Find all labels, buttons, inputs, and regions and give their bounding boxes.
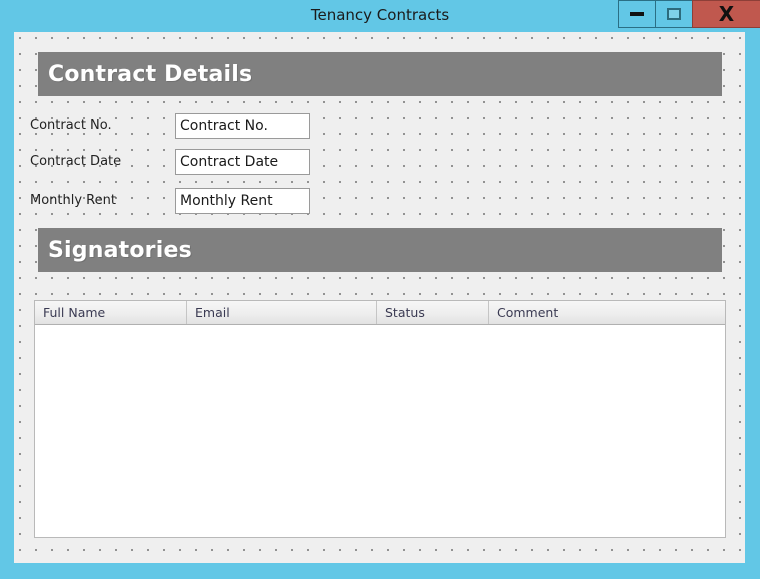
minimize-icon	[630, 12, 644, 16]
label-contract-date: Contract Date	[30, 149, 121, 175]
input-contract-no[interactable]	[175, 113, 310, 139]
minimize-button[interactable]	[618, 0, 655, 28]
close-icon: X	[719, 4, 734, 24]
table-body-empty[interactable]	[35, 325, 725, 537]
input-contract-date[interactable]	[175, 149, 310, 175]
table-header-row: Full Name Email Status Comment	[35, 301, 725, 325]
field-row-contract-no: Contract No.	[30, 113, 330, 139]
field-row-contract-date: Contract Date	[30, 149, 330, 175]
field-row-monthly-rent: Monthly Rent	[30, 188, 330, 214]
maximize-icon	[667, 8, 681, 20]
window-controls: X	[618, 0, 760, 28]
column-header-comment[interactable]: Comment	[489, 301, 725, 324]
input-monthly-rent[interactable]	[175, 188, 310, 214]
section-header-contract-details: Contract Details	[38, 52, 722, 96]
label-monthly-rent: Monthly Rent	[30, 188, 116, 214]
label-contract-no: Contract No.	[30, 113, 112, 139]
form-canvas: Contract Details Contract No. Contract D…	[14, 32, 745, 563]
column-header-status[interactable]: Status	[377, 301, 489, 324]
close-button[interactable]: X	[692, 0, 760, 28]
column-header-full-name[interactable]: Full Name	[35, 301, 187, 324]
title-bar: Tenancy Contracts X	[0, 0, 760, 30]
application-window: Tenancy Contracts X Contract Details Con…	[0, 0, 760, 579]
section-header-signatories: Signatories	[38, 228, 722, 272]
maximize-button[interactable]	[655, 0, 692, 28]
column-header-email[interactable]: Email	[187, 301, 377, 324]
signatories-table[interactable]: Full Name Email Status Comment	[34, 300, 726, 538]
